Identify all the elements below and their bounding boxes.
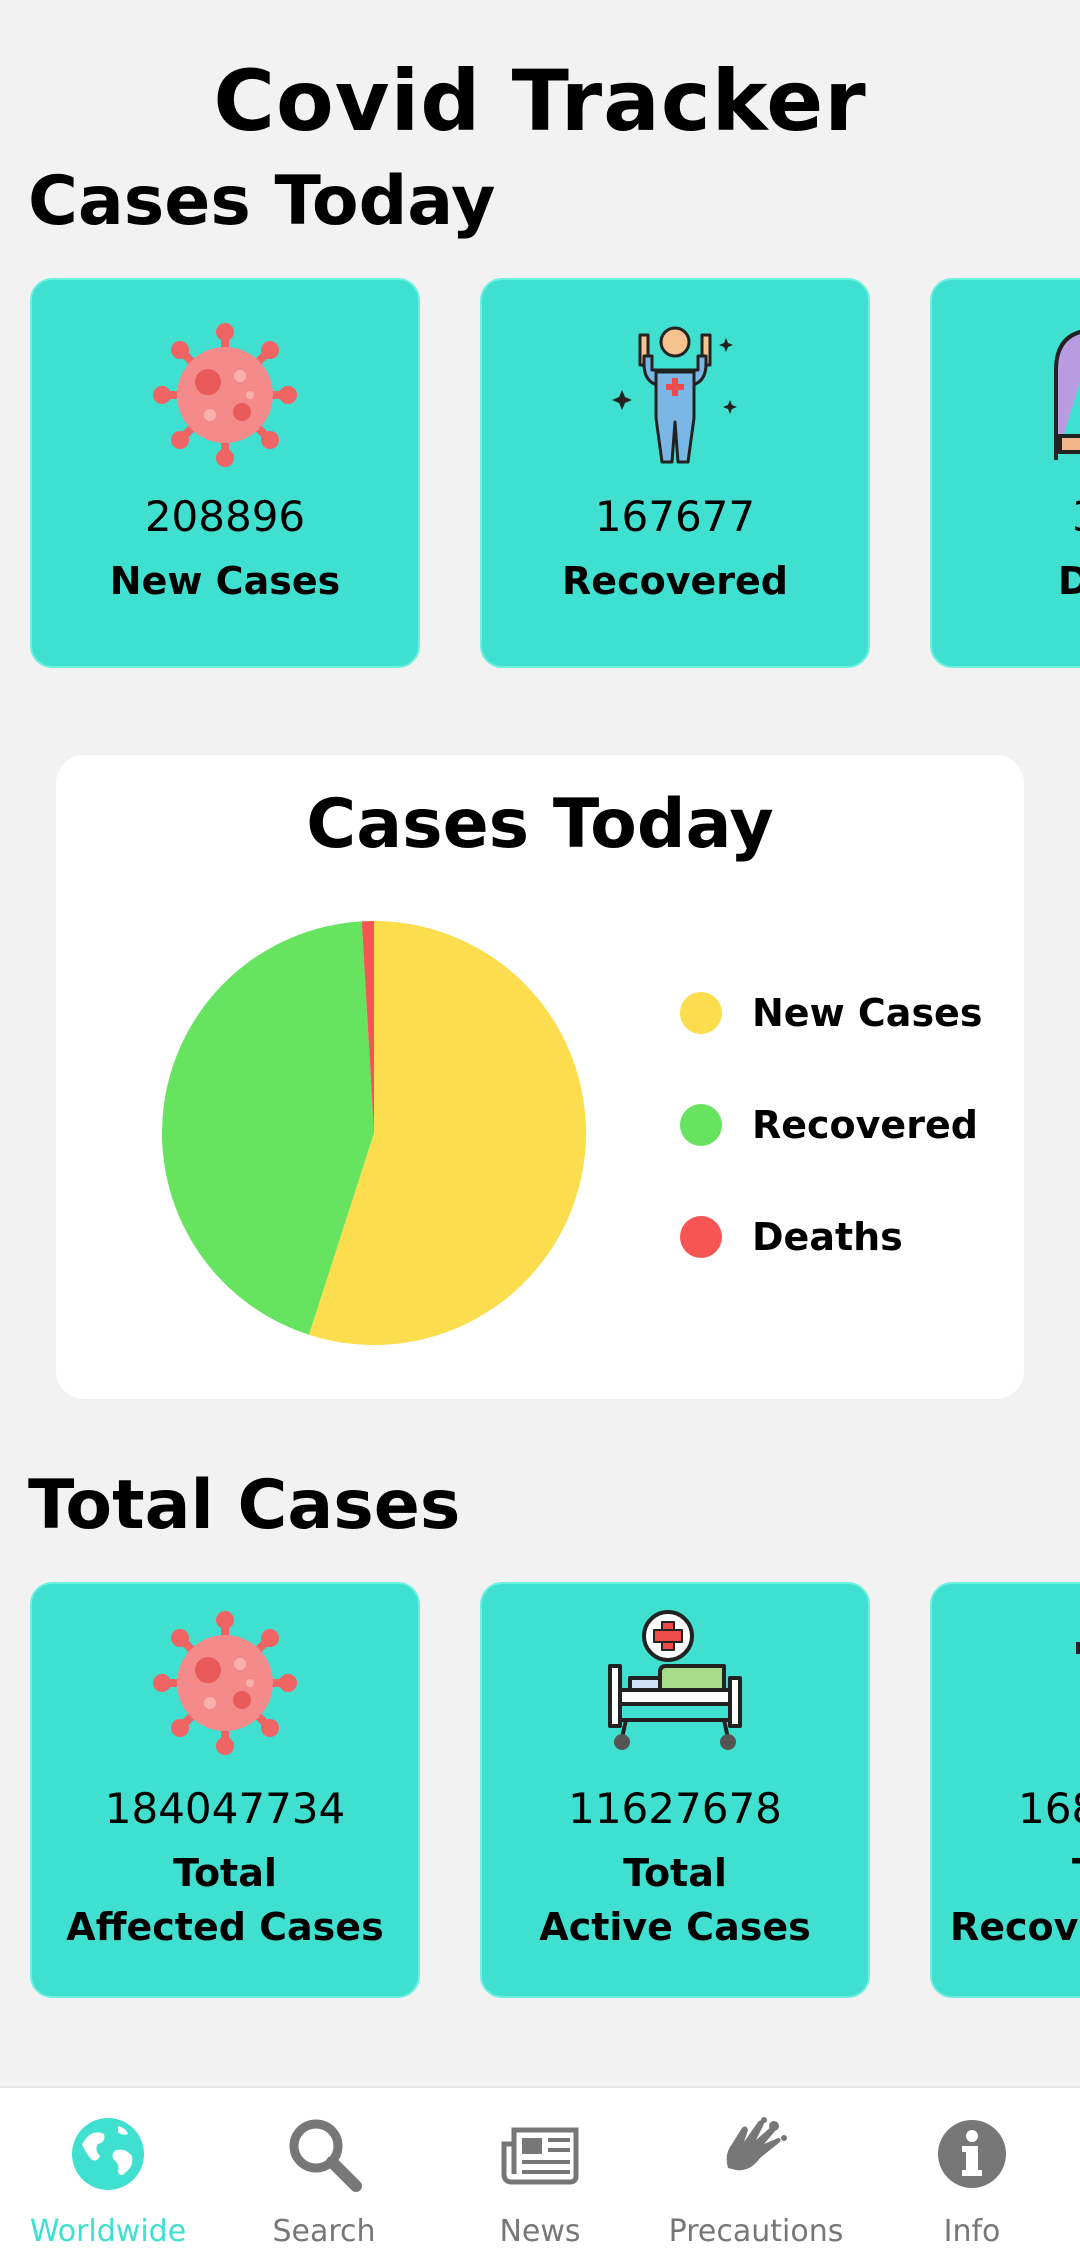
total-affected-value: 184047734	[104, 1784, 346, 1833]
legend-deaths: Deaths	[680, 1215, 903, 1259]
nav-info[interactable]: Info	[864, 2088, 1080, 2254]
total-active-value: 11627678	[568, 1784, 782, 1833]
legend-recovered: Recovered	[680, 1103, 978, 1147]
total-recovered-value: 168	[1018, 1784, 1080, 1833]
total-affected-card[interactable]: 184047734 Total Affected Cases	[30, 1582, 420, 1998]
legend-dot-new-cases	[680, 992, 722, 1034]
new-cases-card[interactable]: 208896 New Cases	[30, 278, 420, 668]
new-cases-label: New Cases	[109, 559, 341, 603]
total-affected-label-line2: Affected Cases	[66, 1905, 384, 1949]
nav-precautions-label: Precautions	[668, 2214, 844, 2249]
nav-worldwide[interactable]: Worldwide	[0, 2088, 216, 2254]
new-cases-value: 208896	[144, 492, 306, 541]
info-icon	[938, 2120, 1006, 2188]
legend-dot-recovered	[680, 1104, 722, 1146]
total-cases-carousel[interactable]: 184047734 Total Affected Cases 11627678 …	[0, 1582, 1080, 2002]
cases-today-heading: Cases Today	[28, 162, 496, 241]
app-title: Covid Tracker	[213, 52, 867, 150]
search-icon	[289, 2119, 362, 2192]
total-cases-heading: Total Cases	[28, 1466, 461, 1545]
nav-info-label: Info	[943, 2214, 1001, 2249]
deaths-label: D	[1058, 559, 1080, 603]
legend-label-recovered: Recovered	[752, 1103, 978, 1147]
nav-news[interactable]: News	[432, 2088, 648, 2254]
tombstone-icon	[1076, 1642, 1080, 1654]
deaths-card[interactable]: 3 D	[930, 278, 1080, 668]
cases-today-pie-chart	[161, 921, 586, 1345]
tombstone-icon	[1054, 329, 1080, 460]
newspaper-icon	[501, 2127, 579, 2185]
recovered-person-icon	[612, 326, 737, 464]
globe-icon	[72, 2118, 144, 2190]
bottom-navigation: Worldwide Search News Precautions Info	[0, 2086, 1080, 2254]
total-active-card[interactable]: 11627678 Total Active Cases	[480, 1582, 870, 1998]
virus-icon	[153, 1611, 297, 1755]
cases-today-carousel[interactable]: 208896 New Cases 167677 Recovered D	[0, 278, 1080, 678]
recovered-label: Recovered	[562, 559, 788, 603]
hospital-bed-icon	[608, 1610, 742, 1750]
recovered-card[interactable]: 167677 Recovered	[480, 278, 870, 668]
virus-icon	[153, 323, 297, 467]
chart-title: Cases Today	[306, 785, 774, 864]
legend-new-cases: New Cases	[680, 991, 982, 1035]
legend-dot-deaths	[680, 1216, 722, 1258]
total-active-label-line2: Active Cases	[539, 1905, 811, 1949]
hand-wash-icon	[726, 2117, 787, 2171]
cases-today-chart-card: Cases Today New Cases Recovered Deaths	[56, 755, 1024, 1399]
deaths-value: 3	[932, 492, 1080, 541]
nav-search-label: Search	[272, 2214, 376, 2249]
total-affected-label-line1: Total	[173, 1851, 277, 1895]
total-recovered-label-line2: Recove	[950, 1905, 1080, 1949]
nav-worldwide-label: Worldwide	[29, 2214, 187, 2249]
legend-label-new-cases: New Cases	[752, 991, 983, 1035]
recovered-value: 167677	[594, 492, 756, 541]
nav-news-label: News	[499, 2214, 581, 2249]
nav-precautions[interactable]: Precautions	[648, 2088, 864, 2254]
total-active-label-line1: Total	[623, 1851, 727, 1895]
total-recovered-card[interactable]: 168 T Recove	[930, 1582, 1080, 1998]
nav-search[interactable]: Search	[216, 2088, 432, 2254]
total-recovered-label-line1: T	[932, 1846, 1080, 1900]
legend-label-deaths: Deaths	[752, 1215, 903, 1259]
